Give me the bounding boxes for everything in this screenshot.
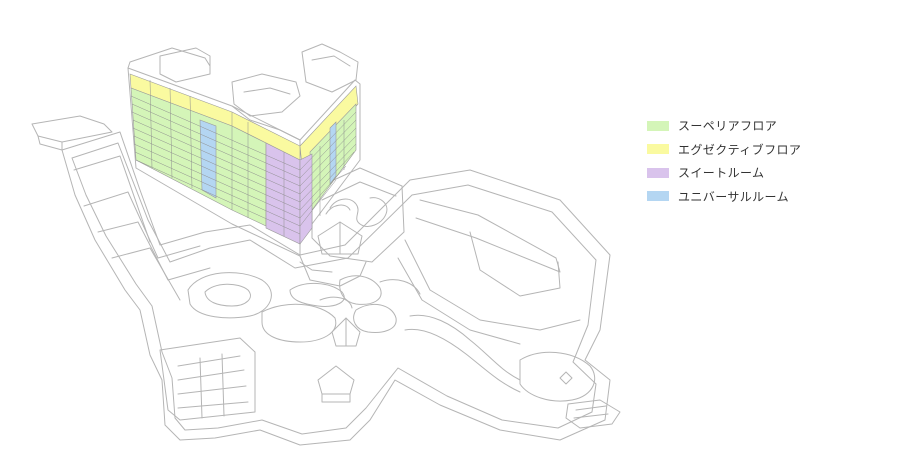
legend-item-suite: スイートルーム <box>647 161 887 185</box>
resort-floor-map: スーペリアフロア エグゼクティブフロア スイートルーム ユニバーサルルーム <box>0 0 905 458</box>
legend-swatch-executive <box>647 144 669 155</box>
rooftop-structure-1 <box>159 47 211 83</box>
floor-legend: スーペリアフロア エグゼクティブフロア スイートルーム ユニバーサルルーム <box>647 114 887 208</box>
rooftop-structure-2 <box>231 73 301 117</box>
legend-swatch-universal <box>647 191 669 202</box>
lawn-area <box>519 351 595 402</box>
legend-label-executive: エグゼクティブフロア <box>678 142 802 157</box>
rooftop-structure-3 <box>301 43 359 93</box>
floor-bands-east <box>299 85 359 245</box>
legend-swatch-suite <box>647 167 669 178</box>
pavilion <box>317 365 355 395</box>
garden-pool-3 <box>289 283 345 307</box>
legend-label-superior: スーペリアフロア <box>678 119 778 134</box>
legend-item-superior: スーペリアフロア <box>647 114 887 138</box>
resort-illustration <box>31 43 621 446</box>
legend-swatch-superior <box>647 120 669 131</box>
garden-pool-2 <box>261 303 337 343</box>
legend-item-executive: エグゼクティブフロア <box>647 138 887 162</box>
garden-pool-1 <box>187 272 272 319</box>
band-suite-west <box>265 142 301 245</box>
legend-label-suite: スイートルーム <box>678 166 765 181</box>
legend-item-universal: ユニバーサルルーム <box>647 185 887 209</box>
legend-label-universal: ユニバーサルルーム <box>678 189 790 204</box>
